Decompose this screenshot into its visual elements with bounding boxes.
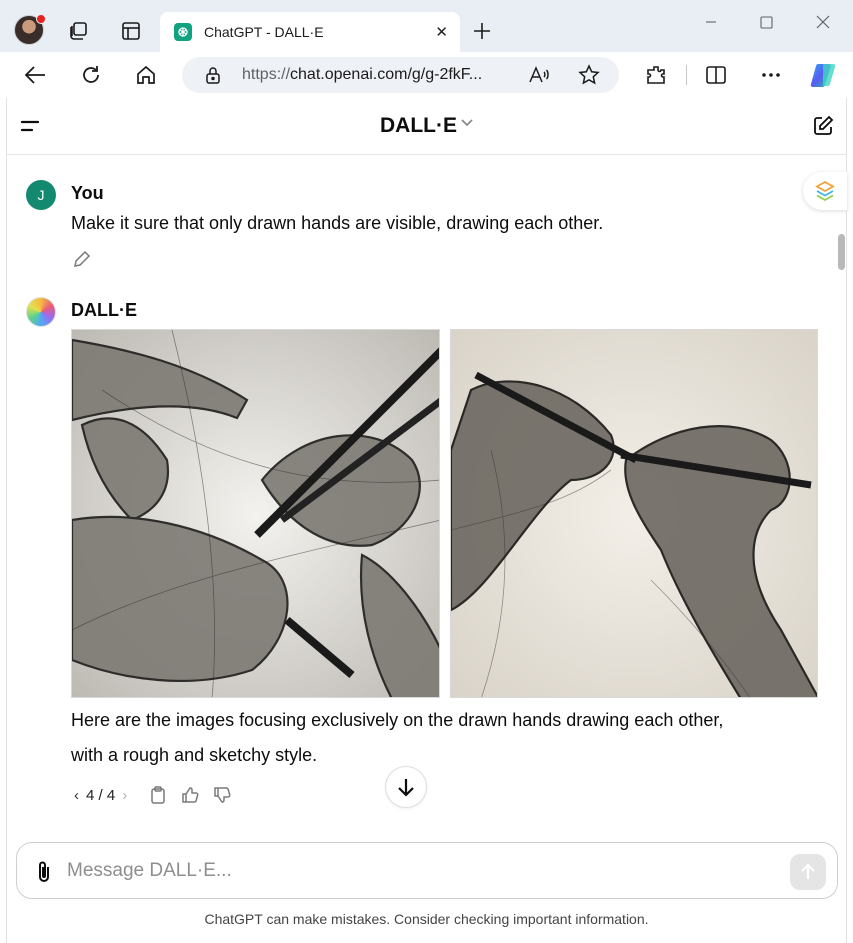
assistant-author-name: DALL·E bbox=[71, 300, 137, 320]
arrow-down-icon bbox=[398, 779, 414, 797]
lock-icon[interactable] bbox=[204, 66, 222, 84]
sider-extension-button[interactable] bbox=[803, 172, 847, 210]
tab-title: ChatGPT - DALL·E bbox=[204, 24, 324, 40]
sidebar-toggle-icon[interactable] bbox=[18, 115, 42, 137]
thumbs-up-icon[interactable] bbox=[180, 785, 200, 805]
address-bar[interactable]: https://chat.openai.com/g/g-2fkF... bbox=[182, 57, 619, 93]
send-button[interactable] bbox=[790, 854, 826, 890]
tab-actions-icon[interactable] bbox=[119, 19, 143, 43]
chevron-left-icon[interactable]: ‹ bbox=[71, 787, 82, 804]
scroll-to-bottom-button[interactable] bbox=[385, 766, 427, 808]
user-avatar: J bbox=[26, 180, 56, 210]
browser-navbar: https://chat.openai.com/g/g-2fkF... bbox=[0, 52, 853, 98]
refresh-icon[interactable] bbox=[78, 63, 104, 87]
home-icon[interactable] bbox=[133, 63, 159, 87]
url-text[interactable]: https://chat.openai.com/g/g-2fkF... bbox=[242, 66, 482, 84]
read-aloud-icon[interactable] bbox=[528, 64, 550, 86]
generated-image-2[interactable] bbox=[450, 329, 818, 698]
message-actions: ‹ 4 / 4 › bbox=[71, 781, 232, 809]
user-author-name: You bbox=[71, 183, 104, 203]
assistant-message-line-2: with a rough and sketchy style. bbox=[71, 745, 318, 765]
toolbar-divider bbox=[686, 65, 687, 85]
tab-chatgpt[interactable]: ChatGPT - DALL·E ✕ bbox=[160, 12, 460, 52]
message-composer bbox=[16, 842, 838, 899]
extensions-icon[interactable] bbox=[644, 63, 668, 87]
disclaimer-text: ChatGPT can make mistakes. Consider chec… bbox=[204, 911, 649, 927]
chevron-down-icon[interactable] bbox=[460, 118, 474, 128]
dalle-avatar bbox=[26, 297, 56, 327]
generated-image-1[interactable] bbox=[71, 329, 440, 698]
message-input[interactable] bbox=[67, 853, 767, 889]
thumbs-down-icon[interactable] bbox=[212, 785, 232, 805]
profile-button[interactable] bbox=[14, 14, 46, 45]
url-main: chat.openai.com/g/g-2fkF... bbox=[290, 66, 483, 83]
window-close-button[interactable] bbox=[800, 8, 846, 36]
new-tab-icon[interactable] bbox=[470, 19, 494, 43]
maximize-button[interactable] bbox=[743, 8, 789, 36]
copy-icon[interactable] bbox=[148, 785, 168, 805]
minimize-button[interactable] bbox=[688, 8, 734, 36]
more-options-icon[interactable] bbox=[758, 63, 784, 87]
favorite-star-icon[interactable] bbox=[578, 64, 600, 86]
arrow-up-icon bbox=[801, 863, 815, 879]
model-selector-title[interactable]: DALL·E bbox=[380, 114, 457, 138]
pager-count: 4 / 4 bbox=[86, 786, 116, 804]
split-screen-icon[interactable] bbox=[704, 63, 728, 87]
scrollbar-thumb[interactable] bbox=[838, 234, 845, 270]
copilot-icon[interactable] bbox=[808, 60, 840, 90]
close-icon[interactable]: ✕ bbox=[435, 23, 448, 41]
edit-message-icon[interactable] bbox=[72, 249, 92, 269]
chatgpt-favicon-icon bbox=[174, 23, 192, 41]
user-message-text: Make it sure that only drawn hands are v… bbox=[71, 213, 604, 233]
assistant-message-line-1: Here are the images focusing exclusively… bbox=[71, 710, 724, 730]
workspaces-icon[interactable] bbox=[66, 19, 90, 43]
url-prefix: https:// bbox=[242, 66, 291, 83]
attach-paperclip-icon[interactable] bbox=[33, 859, 55, 885]
chevron-right-icon[interactable]: › bbox=[119, 787, 130, 804]
new-chat-icon[interactable] bbox=[810, 114, 836, 138]
chat-header: DALL·E bbox=[6, 98, 847, 155]
browser-tab-strip: ChatGPT - DALL·E ✕ bbox=[0, 0, 853, 52]
back-arrow-icon[interactable] bbox=[22, 63, 48, 87]
response-pager: ‹ 4 / 4 › bbox=[71, 787, 130, 804]
notification-dot bbox=[36, 14, 46, 24]
sider-icon bbox=[815, 180, 835, 202]
